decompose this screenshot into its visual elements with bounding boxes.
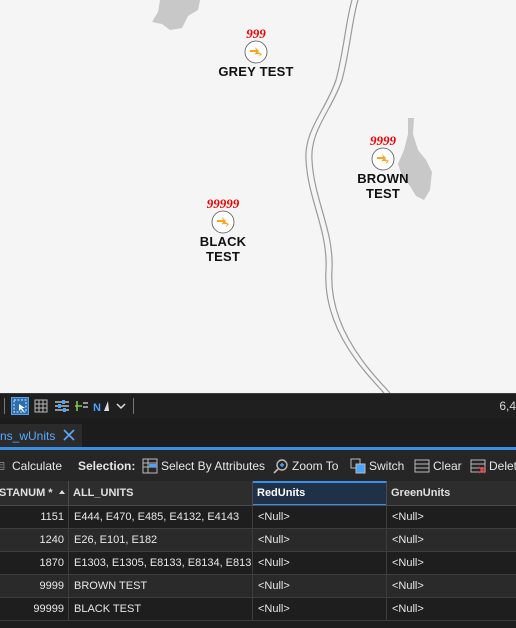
cell-all-units[interactable]: BROWN TEST [69,575,253,598]
map-view[interactable]: 999 GREY TEST 9999 BROWN TEST 99999 BLAC… [0,0,516,393]
cell-red-units[interactable]: <Null> [253,575,387,598]
cell-stanum[interactable]: 99999 [0,598,69,621]
table-row[interactable]: 9999 BROWN TEST <Null> <Null> [0,575,516,598]
calculate-icon [0,462,5,470]
table-tab-bar: ns_wUnits [0,418,516,448]
cell-stanum[interactable]: 1151 [0,506,69,529]
toolbar-separator [133,398,134,414]
cell-all-units[interactable]: BLACK TEST [69,598,253,621]
label-icon[interactable] [73,397,91,415]
cell-green-units[interactable]: <Null> [387,506,516,529]
cell-green-units[interactable]: <Null> [387,575,516,598]
cell-red-units[interactable]: <Null> [253,552,387,575]
column-header-red-units[interactable]: RedUnits [253,481,387,506]
cell-green-units[interactable]: <Null> [387,552,516,575]
station-number: 999 [246,26,266,41]
column-header-green-units[interactable]: GreenUnits [387,481,516,506]
station-symbol-icon [244,40,268,64]
cell-all-units[interactable]: E1303, E1305, E8133, E8134, E8135 [69,552,253,575]
cell-red-units[interactable]: <Null> [253,506,387,529]
table-row[interactable]: 99999 BLACK TEST <Null> <Null> [0,598,516,621]
lake-shape [152,0,200,30]
zoom-to-button[interactable]: Zoom To [273,458,338,474]
station-number: 9999 [370,133,396,148]
cell-all-units[interactable]: E444, E470, E485, E4132, E4143 [69,506,253,529]
column-header-label: GreenUnits [391,487,451,499]
delete-icon [470,459,486,474]
column-header-all-units[interactable]: ALL_UNITS [69,481,253,506]
clear-label: Clear [433,459,462,473]
cell-stanum[interactable]: 9999 [0,575,69,598]
svg-text:N: N [93,402,101,413]
switch-button[interactable]: Switch [350,458,404,474]
cell-green-units[interactable]: <Null> [387,529,516,552]
select-by-attributes-icon [142,458,158,474]
station-name: BROWN TEST [357,171,409,201]
zoom-to-icon [273,459,288,474]
tools-icon[interactable] [53,397,71,415]
close-icon[interactable] [62,427,76,443]
table-toolbar: Calculate Selection: Select By Attribute… [0,450,516,481]
station-name: GREY TEST [218,64,294,79]
cell-all-units[interactable]: E26, E101, E182 [69,529,253,552]
column-header-stanum[interactable]: STANUM * [0,481,69,506]
station-name: BLACK TEST [199,234,247,264]
delete-label: Delet [489,459,516,473]
chevron-down-icon[interactable] [112,397,130,415]
attribute-table[interactable]: STANUM * ALL_UNITS RedUnits GreenUnits 1… [0,481,516,628]
cell-stanum[interactable]: 1240 [0,529,69,552]
cell-red-units[interactable]: <Null> [253,598,387,621]
station-symbol-icon [211,210,235,234]
north-arrow-icon[interactable]: N [93,397,111,415]
calculate-button[interactable]: Calculate [0,458,62,474]
station-brown[interactable]: 9999 BROWN TEST [333,134,433,201]
select-icon[interactable] [11,397,29,415]
map-scale-readout[interactable]: 6,4 [499,399,516,413]
sort-ascending-icon [58,490,65,494]
map-toolbar: N 6,4 [0,393,516,419]
selection-group-label: Selection: [78,458,135,474]
toolbar-separator [4,398,5,414]
table-row[interactable]: 1240 E26, E101, E182 <Null> <Null> [0,529,516,552]
switch-selection-icon [350,458,366,474]
column-header-label: STANUM * [0,487,53,499]
column-header-label: ALL_UNITS [73,487,134,499]
clear-selection-icon [414,459,430,473]
station-black[interactable]: 99999 BLACK TEST [173,197,273,264]
table-row[interactable]: 1870 E1303, E1305, E8133, E8134, E8135 <… [0,552,516,575]
station-grey[interactable]: 999 GREY TEST [206,27,306,79]
selection-label: Selection: [78,459,136,473]
delete-button[interactable]: Delet [470,458,516,474]
select-by-attributes-button[interactable]: Select By Attributes [142,458,265,474]
tab-label: ns_wUnits [0,429,56,443]
station-number: 99999 [206,196,240,211]
cell-green-units[interactable]: <Null> [387,598,516,621]
column-header-label: RedUnits [257,487,306,499]
clear-button[interactable]: Clear [414,458,462,474]
table-row[interactable]: 1151 E444, E470, E485, E4132, E4143 <Nul… [0,506,516,529]
station-symbol-icon [371,147,395,171]
cell-stanum[interactable]: 1870 [0,552,69,575]
select-by-attributes-label: Select By Attributes [161,459,266,473]
cell-red-units[interactable]: <Null> [253,529,387,552]
calculate-label: Calculate [12,459,63,473]
switch-label: Switch [369,459,405,473]
zoom-to-label: Zoom To [292,459,339,473]
tab-attribute-table[interactable]: ns_wUnits [0,424,82,448]
grid-icon[interactable] [32,397,50,415]
